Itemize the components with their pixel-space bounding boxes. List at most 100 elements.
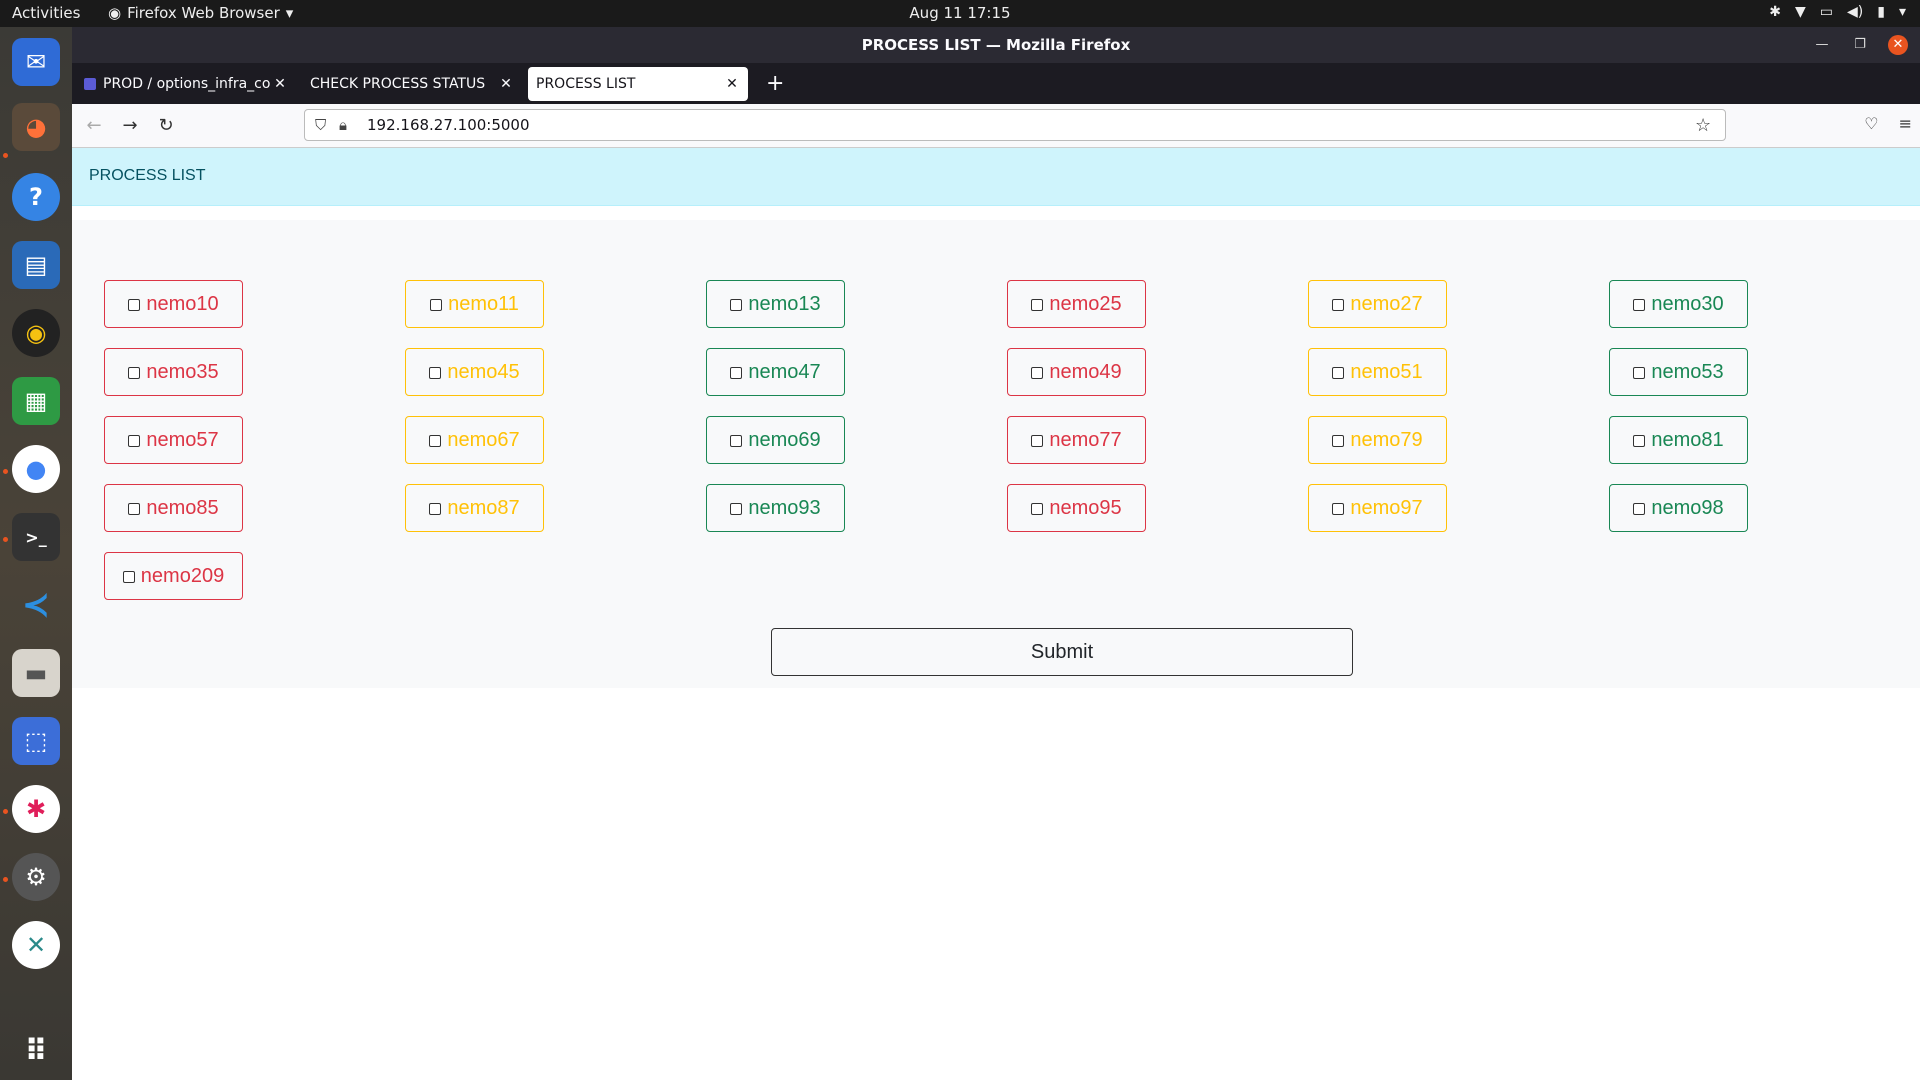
checkbox-square-icon[interactable] <box>730 503 743 515</box>
chrome-icon[interactable]: ● <box>12 445 60 493</box>
process-checkbox-nemo30[interactable]: nemo30 <box>1609 280 1748 328</box>
shield-icon[interactable]: ⛉ <box>315 116 333 134</box>
process-checkbox-nemo93[interactable]: nemo93 <box>706 484 845 532</box>
process-checkbox-nemo45[interactable]: nemo45 <box>405 348 544 396</box>
back-icon[interactable]: ← <box>76 115 112 136</box>
process-checkbox-nemo27[interactable]: nemo27 <box>1308 280 1447 328</box>
reload-icon[interactable]: ↻ <box>148 115 184 136</box>
app-grid-icon[interactable]: ⠿ <box>12 1027 60 1075</box>
checkbox-square-icon[interactable] <box>1332 503 1345 515</box>
page-info-icon[interactable]: 🔒︎ <box>339 116 361 134</box>
new-tab-icon[interactable]: + <box>754 71 796 96</box>
clock[interactable]: Aug 11 17:15 <box>0 4 1920 22</box>
tab-label: CHECK PROCESS STATUS <box>310 75 486 92</box>
process-checkbox-nemo25[interactable]: nemo25 <box>1007 280 1146 328</box>
process-checkbox-nemo47[interactable]: nemo47 <box>706 348 845 396</box>
remote-desktop-icon[interactable]: ✕ <box>12 921 60 969</box>
minimize-icon[interactable]: — <box>1812 35 1832 55</box>
rhythmbox-icon[interactable]: ◉ <box>12 309 60 357</box>
process-checkbox-nemo13[interactable]: nemo13 <box>706 280 845 328</box>
process-label: nemo25 <box>1049 292 1122 315</box>
checkbox-square-icon[interactable] <box>128 299 141 311</box>
checkbox-square-icon[interactable] <box>1332 435 1345 447</box>
process-checkbox-nemo77[interactable]: nemo77 <box>1007 416 1146 464</box>
process-checkbox-nemo97[interactable]: nemo97 <box>1308 484 1447 532</box>
screenshot-icon[interactable]: ⬚ <box>12 717 60 765</box>
checkbox-square-icon[interactable] <box>1633 503 1646 515</box>
process-checkbox-nemo57[interactable]: nemo57 <box>104 416 243 464</box>
process-checkbox-nemo209[interactable]: nemo209 <box>104 552 243 600</box>
process-checkbox-nemo79[interactable]: nemo79 <box>1308 416 1447 464</box>
checkbox-square-icon[interactable] <box>429 367 442 379</box>
process-checkbox-nemo51[interactable]: nemo51 <box>1308 348 1447 396</box>
checkbox-square-icon[interactable] <box>128 367 141 379</box>
checkbox-square-icon[interactable] <box>1031 299 1044 311</box>
firefox-icon[interactable]: ◕ <box>12 103 60 151</box>
process-label: nemo77 <box>1049 428 1122 451</box>
url-text[interactable]: 192.168.27.100:5000 <box>367 116 1695 134</box>
files-icon[interactable]: ▬ <box>12 649 60 697</box>
process-checkbox-nemo10[interactable]: nemo10 <box>104 280 243 328</box>
checkbox-square-icon[interactable] <box>1633 299 1646 311</box>
checkbox-square-icon[interactable] <box>430 299 443 311</box>
battery-icon[interactable]: ▮ <box>1877 4 1885 20</box>
pocket-icon[interactable]: ♡ <box>1864 114 1878 133</box>
process-checkbox-nemo69[interactable]: nemo69 <box>706 416 845 464</box>
slack-tray-icon[interactable]: ✱ <box>1769 4 1781 20</box>
slack-icon[interactable]: ✱ <box>12 785 60 833</box>
checkbox-square-icon[interactable] <box>1633 435 1646 447</box>
menu-icon[interactable]: ≡ <box>1899 114 1912 133</box>
checkbox-square-icon[interactable] <box>1332 299 1345 311</box>
process-checkbox-nemo49[interactable]: nemo49 <box>1007 348 1146 396</box>
maximize-icon[interactable]: ❐ <box>1850 35 1870 55</box>
close-tab-icon[interactable]: ✕ <box>724 76 740 92</box>
checkbox-square-icon[interactable] <box>1031 503 1044 515</box>
thunderbird-icon[interactable]: ✉ <box>12 38 60 86</box>
terminal-icon[interactable]: >_ <box>12 513 60 561</box>
tab-check-process-status[interactable]: CHECK PROCESS STATUS ✕ <box>302 67 522 101</box>
navigation-bar: ← → ↻ ⛉ 🔒︎ 192.168.27.100:5000 ☆ ♡ ≡ <box>72 104 1920 148</box>
close-tab-icon[interactable]: ✕ <box>272 76 288 92</box>
checkbox-square-icon[interactable] <box>122 571 135 583</box>
process-checkbox-nemo11[interactable]: nemo11 <box>405 280 544 328</box>
system-tray[interactable]: ✱ ▼ ▭ ◀) ▮ ▾ <box>1769 4 1906 20</box>
vpn-icon[interactable]: ▭ <box>1820 4 1833 20</box>
process-checkbox-nemo95[interactable]: nemo95 <box>1007 484 1146 532</box>
checkbox-square-icon[interactable] <box>1633 367 1646 379</box>
forward-icon[interactable]: → <box>112 115 148 136</box>
window-titlebar[interactable]: PROCESS LIST — Mozilla Firefox — ❐ ✕ <box>72 27 1920 63</box>
submit-button[interactable]: Submit <box>771 628 1353 676</box>
process-checkbox-nemo85[interactable]: nemo85 <box>104 484 243 532</box>
tab-prod-options[interactable]: PROD / options_infra_co ✕ <box>76 67 296 101</box>
process-checkbox-nemo98[interactable]: nemo98 <box>1609 484 1748 532</box>
help-icon[interactable]: ? <box>12 173 60 221</box>
checkbox-square-icon[interactable] <box>1332 367 1345 379</box>
checkbox-square-icon[interactable] <box>730 435 743 447</box>
checkbox-square-icon[interactable] <box>429 435 442 447</box>
power-menu-icon[interactable]: ▾ <box>1899 4 1906 20</box>
wifi-icon[interactable]: ▼ <box>1795 4 1806 20</box>
volume-icon[interactable]: ◀) <box>1847 4 1863 20</box>
checkbox-square-icon[interactable] <box>730 299 743 311</box>
calc-icon[interactable]: ▦ <box>12 377 60 425</box>
close-window-icon[interactable]: ✕ <box>1888 35 1908 55</box>
process-checkbox-nemo87[interactable]: nemo87 <box>405 484 544 532</box>
checkbox-square-icon[interactable] <box>1031 367 1044 379</box>
bookmark-star-icon[interactable]: ☆ <box>1695 115 1725 136</box>
process-checkbox-nemo53[interactable]: nemo53 <box>1609 348 1748 396</box>
checkbox-square-icon[interactable] <box>128 503 141 515</box>
process-checkbox-nemo35[interactable]: nemo35 <box>104 348 243 396</box>
tab-process-list[interactable]: PROCESS LIST ✕ <box>528 66 748 101</box>
process-checkbox-nemo67[interactable]: nemo67 <box>405 416 544 464</box>
vscode-icon[interactable]: ≺ <box>12 581 60 629</box>
process-checkbox-nemo81[interactable]: nemo81 <box>1609 416 1748 464</box>
writer-icon[interactable]: ▤ <box>12 241 60 289</box>
checkbox-square-icon[interactable] <box>1031 435 1044 447</box>
checkbox-square-icon[interactable] <box>730 367 743 379</box>
checkbox-square-icon[interactable] <box>429 503 442 515</box>
checkbox-square-icon[interactable] <box>128 435 141 447</box>
close-tab-icon[interactable]: ✕ <box>498 76 514 92</box>
url-bar[interactable]: ⛉ 🔒︎ 192.168.27.100:5000 ☆ <box>304 109 1726 141</box>
process-label: nemo30 <box>1651 292 1724 315</box>
settings-icon[interactable]: ⚙ <box>12 853 60 901</box>
